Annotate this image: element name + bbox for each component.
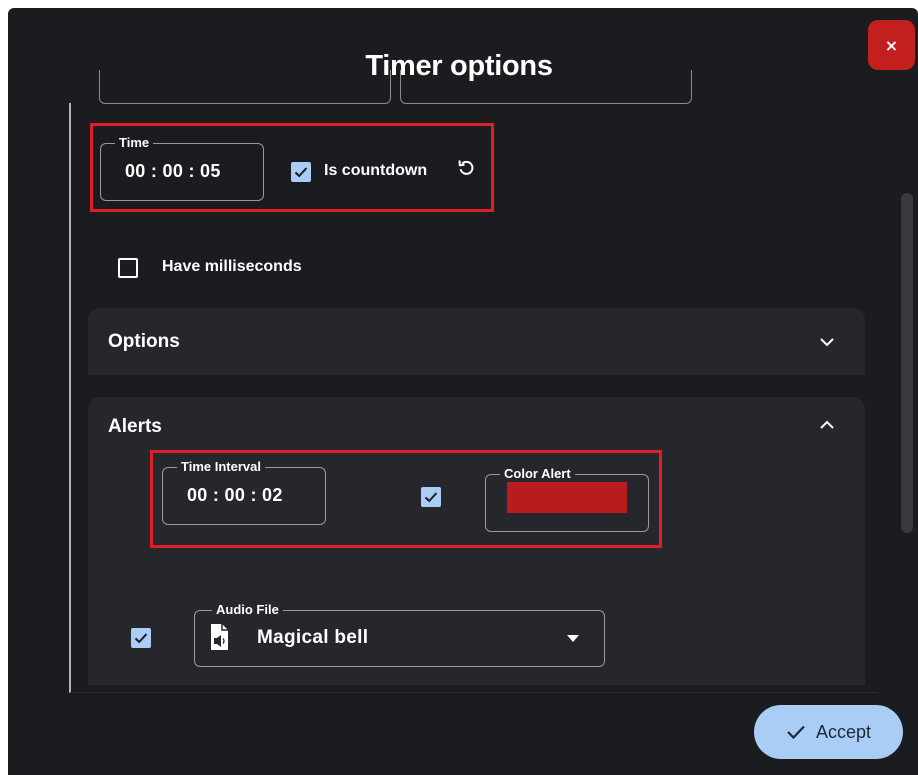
alerts-panel-title: Alerts <box>108 416 162 437</box>
audio-file-select[interactable]: Audio File Magical bell <box>194 602 605 667</box>
check-icon <box>294 167 308 178</box>
close-icon: × <box>884 35 899 55</box>
is-countdown-label: Is countdown <box>324 162 428 179</box>
close-button[interactable]: × <box>868 20 915 70</box>
audio-file-icon <box>211 624 228 650</box>
have-milliseconds-label: Have milliseconds <box>162 258 302 275</box>
audio-checkbox[interactable] <box>131 628 151 648</box>
time-interval-field[interactable]: Time Interval 00 : 00 : 02 <box>162 459 326 525</box>
accept-label: Accept <box>815 721 872 742</box>
reset-icon[interactable] <box>456 158 476 178</box>
time-interval-value: 00 : 00 : 02 <box>187 485 283 505</box>
color-alert-field[interactable]: Color Alert <box>485 466 649 532</box>
is-countdown-checkbox[interactable] <box>291 162 311 182</box>
accept-button[interactable]: Accept <box>754 705 903 759</box>
content-divider <box>70 692 878 693</box>
color-alert-swatch[interactable] <box>507 482 627 513</box>
color-alert-label: Color Alert <box>500 466 575 482</box>
scrollbar-thumb[interactable] <box>901 193 913 533</box>
options-panel-title: Options <box>108 331 180 352</box>
time-interval-label: Time Interval <box>177 459 265 475</box>
audio-file-label: Audio File <box>212 602 283 618</box>
dialog-title: Timer options <box>365 50 553 82</box>
time-field-value: 00 : 00 : 05 <box>125 161 221 181</box>
check-icon <box>134 633 148 644</box>
interval-checkbox[interactable] <box>421 487 441 507</box>
have-milliseconds-checkbox[interactable] <box>118 258 138 278</box>
chevron-down-icon <box>820 338 834 347</box>
content-left-rule <box>69 103 71 693</box>
check-icon <box>787 725 805 740</box>
chevron-up-icon[interactable] <box>819 419 835 431</box>
options-panel-header[interactable]: Options <box>88 308 865 375</box>
time-field[interactable]: Time 00 : 00 : 05 <box>100 135 264 201</box>
check-icon <box>424 492 438 503</box>
dropdown-caret-icon <box>567 635 579 642</box>
audio-file-value: Magical bell <box>257 627 369 648</box>
time-field-label: Time <box>115 135 154 151</box>
